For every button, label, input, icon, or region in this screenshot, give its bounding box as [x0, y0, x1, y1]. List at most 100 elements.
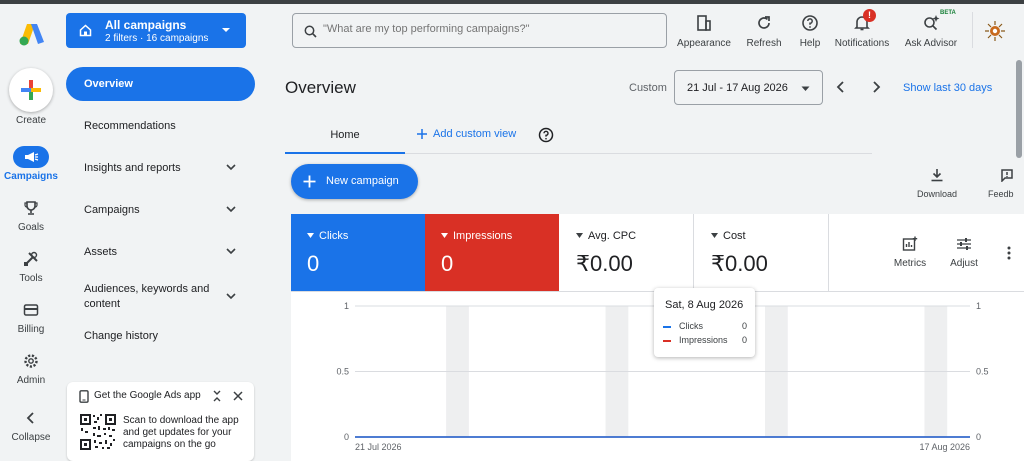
rail-item-goals[interactable]: Goals	[0, 197, 62, 233]
adjust-button[interactable]: Adjust	[944, 236, 984, 269]
dropdown-arrow-icon	[307, 233, 314, 238]
rail-item-billing[interactable]: Billing	[0, 299, 62, 335]
metric-value: ₹0.00	[576, 251, 633, 276]
create-button[interactable]	[9, 68, 53, 112]
help-button[interactable]: Help	[796, 14, 824, 49]
phone-icon	[79, 390, 89, 403]
rail-item-tools[interactable]: Tools	[0, 248, 62, 284]
chevron-down-icon	[226, 206, 236, 213]
refresh-label: Refresh	[746, 38, 782, 49]
metrics-label: Metrics	[893, 258, 927, 269]
nav-item-campaigns[interactable]: Campaigns	[66, 193, 255, 227]
dropdown-arrow-icon	[441, 233, 448, 238]
new-campaign-button[interactable]: New campaign	[291, 164, 418, 199]
credit-card-icon	[13, 299, 49, 321]
account-subtitle: 2 filters · 16 campaigns	[105, 33, 209, 44]
rail-label: Admin	[16, 375, 46, 386]
y-tick-label-right: 0	[976, 432, 981, 442]
window-top-strip	[0, 0, 1024, 4]
metric-card-impressions[interactable]: Impressions 0	[425, 214, 559, 291]
prev-period-chevron-icon[interactable]	[834, 80, 848, 94]
metric-title: Avg. CPC	[576, 230, 636, 242]
nav-item-change-history[interactable]: Change history	[66, 319, 255, 353]
metric-card-clicks[interactable]: Clicks 0	[291, 214, 425, 291]
feedback-icon	[1001, 169, 1013, 183]
app-card-text: Scan to download the app and get updates…	[123, 415, 239, 450]
help-icon[interactable]	[538, 127, 554, 143]
feedback-button[interactable]: Feedb	[983, 168, 1024, 199]
page-scrollbar[interactable]	[1014, 60, 1024, 160]
nav-item-overview[interactable]: Overview	[66, 67, 255, 101]
rail-item-collapse[interactable]: Collapse	[0, 407, 62, 443]
download-button[interactable]: Download	[911, 168, 963, 199]
chevron-left-icon	[13, 407, 49, 429]
help-icon	[802, 15, 818, 31]
y-tick-label-left: 1	[344, 301, 349, 311]
notification-badge: !	[863, 9, 876, 22]
close-icon[interactable]	[232, 390, 244, 402]
legend-swatch	[663, 340, 671, 342]
rail-item-campaigns[interactable]: Campaigns	[0, 146, 62, 182]
refresh-icon	[758, 16, 770, 29]
tab-home[interactable]: Home	[285, 120, 405, 154]
appearance-button[interactable]: Appearance	[676, 14, 732, 49]
account-selector[interactable]: All campaigns 2 filters · 16 campaigns	[66, 13, 246, 48]
rail-label: Tools	[19, 273, 43, 284]
metric-label: Cost	[723, 230, 746, 242]
chevron-down-icon	[226, 248, 236, 255]
y-tick-label-left: 0.5	[336, 367, 349, 377]
collapse-icon[interactable]	[211, 390, 223, 402]
add-custom-view-button[interactable]: Add custom view	[417, 128, 516, 140]
create-label: Create	[15, 115, 46, 126]
appearance-label: Appearance	[677, 38, 731, 49]
metric-title: Impressions	[441, 230, 512, 242]
date-range-type-label: Custom	[629, 82, 667, 94]
ask-advisor-button[interactable]: BETA Ask Advisor	[904, 10, 958, 49]
metrics-button[interactable]: Metrics	[889, 236, 931, 269]
next-period-chevron-icon[interactable]	[869, 80, 883, 94]
show-last-30-days-link[interactable]: Show last 30 days	[903, 82, 992, 94]
download-label: Download	[916, 189, 958, 199]
help-label: Help	[799, 38, 821, 49]
refresh-button[interactable]: Refresh	[742, 14, 786, 49]
nav-item-audiences[interactable]: Audiences, keywords and content	[66, 276, 255, 320]
adjust-label: Adjust	[950, 258, 978, 269]
nav-label: Change history	[84, 330, 158, 342]
avatar[interactable]	[983, 19, 1007, 43]
tooltip-series-value: 0	[741, 321, 747, 331]
ask-advisor-label: Ask Advisor	[904, 38, 958, 49]
download-icon	[931, 169, 943, 182]
app-card-title: Get the Google Ads app	[94, 390, 201, 401]
nav-label: Audiences, keywords and content	[84, 283, 210, 310]
metric-label: Clicks	[319, 230, 349, 242]
notifications-button[interactable]: ! Notifications	[833, 9, 891, 49]
y-tick-label-left: 0	[344, 432, 349, 442]
nav-item-assets[interactable]: Assets	[66, 235, 255, 269]
google-ads-logo[interactable]	[17, 22, 45, 46]
plus-icon	[21, 80, 41, 100]
rail-label: Goals	[17, 222, 45, 233]
date-range-picker[interactable]: 21 Jul - 17 Aug 2026	[674, 70, 823, 105]
more-vert-icon[interactable]	[1006, 246, 1012, 260]
left-rail: Create Campaigns Goals Tools Billing Adm…	[0, 4, 62, 461]
plus-icon	[417, 129, 427, 139]
new-campaign-label: New campaign	[326, 175, 399, 187]
toolbar-divider	[972, 12, 973, 48]
tooltip-series-value: 0	[741, 335, 747, 345]
nav-item-recommendations[interactable]: Recommendations	[66, 109, 255, 143]
gear-icon	[13, 350, 49, 372]
rail-item-admin[interactable]: Admin	[0, 350, 62, 386]
legend-swatch	[663, 326, 671, 328]
search-box[interactable]	[292, 13, 667, 48]
dropdown-arrow-icon	[576, 233, 583, 238]
scrollbar-thumb[interactable]	[1016, 60, 1022, 158]
metric-card-cost[interactable]: Cost ₹0.00	[695, 214, 829, 291]
chevron-down-icon	[226, 164, 236, 171]
add-chart-icon	[902, 236, 918, 251]
search-input[interactable]	[323, 23, 653, 35]
dropdown-arrow-icon	[222, 28, 230, 32]
metric-card-avg-cpc[interactable]: Avg. CPC ₹0.00	[560, 214, 694, 291]
nav-item-insights-and-reports[interactable]: Insights and reports	[66, 151, 255, 185]
plus-icon	[303, 175, 316, 188]
metric-title: Clicks	[307, 230, 348, 242]
